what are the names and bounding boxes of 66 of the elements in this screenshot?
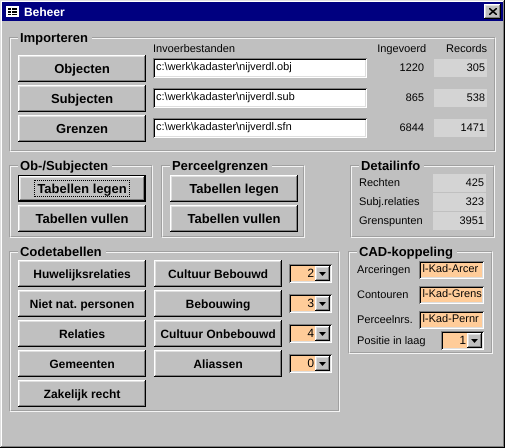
records-count: 305 [434, 59, 487, 77]
dropdown-button[interactable] [315, 356, 330, 371]
code-table-button[interactable]: Gemeenten [18, 350, 146, 377]
table-button[interactable]: Tabellen legen [18, 175, 146, 202]
cad-label: Contouren [357, 289, 410, 301]
info-label: Grenspunten [359, 214, 424, 226]
import-button[interactable]: Subjecten [18, 84, 146, 112]
info-value: 323 [433, 192, 486, 210]
cad-label: Positie in laag [357, 334, 426, 346]
group-title: CAD-koppeling [358, 244, 454, 259]
code-table-button[interactable]: Relaties [18, 320, 146, 347]
dropdown-arrow-icon [319, 302, 326, 306]
import-button[interactable]: Grenzen [18, 114, 146, 142]
dropdown-arrow-icon [319, 272, 326, 276]
cad-label: Arceringen [357, 264, 412, 276]
records-count: 538 [434, 89, 487, 107]
file-path-field[interactable]: c:\werk\kadaster\nijverdl.sfn [153, 118, 367, 138]
dropdown-field[interactable]: 3 [289, 294, 332, 313]
close-icon [488, 8, 496, 15]
dropdown-field[interactable]: 2 [289, 264, 332, 283]
table-button[interactable]: Tabellen vullen [18, 205, 146, 232]
dropdown-field[interactable]: 4 [289, 324, 332, 343]
column-header: Invoerbestanden [153, 43, 236, 55]
group-title: Detailinfo [360, 158, 422, 173]
entered-count: 865 [404, 92, 424, 104]
file-path-field[interactable]: c:\werk\kadaster\nijverdl.sub [153, 88, 367, 108]
file-path-field[interactable]: c:\werk\kadaster\nijverdl.obj [153, 58, 367, 78]
close-button[interactable] [484, 4, 501, 19]
layer-name-field[interactable]: l-Kad-Arcer [419, 261, 484, 279]
group-title: Codetabellen [19, 244, 103, 259]
window-title: Beheer [24, 4, 66, 18]
group-title: Ob-/Subjecten [19, 158, 110, 173]
dropdown-button[interactable] [315, 296, 330, 311]
table-button[interactable]: Tabellen legen [170, 175, 298, 202]
info-value: 3951 [433, 212, 486, 230]
info-label: Rechten [359, 176, 401, 188]
info-label: Subj.relaties [359, 196, 421, 208]
form-icon [6, 6, 19, 17]
dropdown-arrow-icon [471, 338, 478, 342]
column-header: Ingevoerd [376, 43, 426, 55]
code-table-button[interactable]: Huwelijksrelaties [18, 260, 146, 287]
cad-label: Perceelnrs. [357, 314, 414, 326]
code-table-button[interactable]: Cultuur Onbebouwd [154, 320, 282, 347]
group-title: Importeren [19, 30, 89, 45]
code-table-button[interactable]: Bebouwing [154, 290, 282, 317]
info-value: 425 [433, 174, 486, 192]
dropdown-button[interactable] [467, 333, 482, 348]
group-title: Perceelgrenzen [171, 158, 270, 173]
records-count: 1471 [434, 119, 487, 137]
entered-count: 1220 [398, 62, 424, 74]
table-button[interactable]: Tabellen vullen [170, 205, 298, 232]
dropdown-field[interactable]: 0 [289, 354, 332, 373]
code-table-button[interactable]: Cultuur Bebouwd [154, 260, 282, 287]
code-table-button[interactable]: Niet nat. personen [18, 290, 146, 317]
layer-name-field[interactable]: l-Kad-Pernr [419, 311, 484, 329]
dropdown-arrow-icon [319, 362, 326, 366]
dropdown-arrow-icon [319, 332, 326, 336]
entered-count: 6844 [398, 122, 424, 134]
layer-name-field[interactable]: l-Kad-Grens [419, 286, 484, 304]
dropdown-button[interactable] [315, 266, 330, 281]
dropdown-button[interactable] [315, 326, 330, 341]
import-button[interactable]: Objecten [18, 54, 146, 82]
dropdown-field[interactable]: 1 [441, 331, 484, 350]
code-table-button[interactable]: Aliassen [154, 350, 282, 377]
column-header: Records [445, 43, 487, 55]
code-table-button[interactable]: Zakelijk recht [18, 380, 146, 407]
